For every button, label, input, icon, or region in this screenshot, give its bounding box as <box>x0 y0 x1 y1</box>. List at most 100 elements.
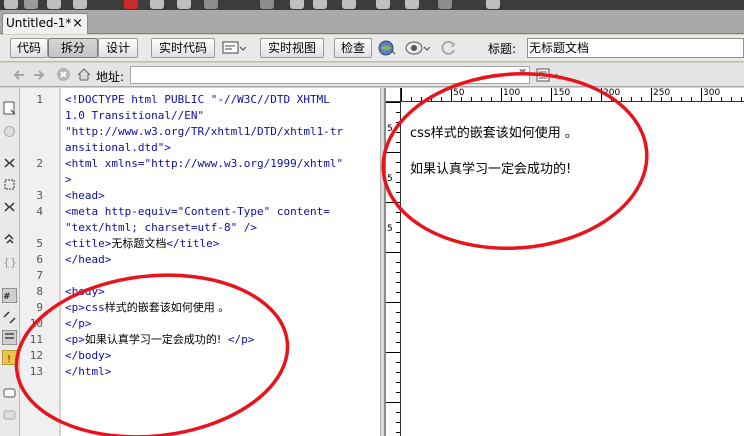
toolbar-icon[interactable] <box>290 0 304 9</box>
code-line[interactable]: <html xmlns="http://www.w3.org/1999/xhtm… <box>65 156 343 172</box>
code-line[interactable]: </head> <box>65 252 111 268</box>
code-line[interactable]: </body> <box>65 348 111 364</box>
split-view-button[interactable]: 拆分 <box>48 38 98 58</box>
code-line[interactable]: 1.0 Transitional//EN" <box>65 108 204 124</box>
ruler-label: 100 <box>503 88 521 98</box>
code-editor[interactable]: <!DOCTYPE html PUBLIC "-//W3C//DTD XHTML… <box>61 88 380 436</box>
code-line[interactable]: <p>css样式的嵌套该如何使用 。 <box>65 300 229 316</box>
toolbar-icon[interactable] <box>177 0 191 9</box>
toolbar-icon[interactable] <box>405 0 419 9</box>
code-view-button[interactable]: 代码 <box>10 38 48 58</box>
toolbar-icon[interactable] <box>47 0 61 9</box>
toolbar-icon[interactable] <box>342 0 356 9</box>
code-line[interactable]: ansitional.dtd"> <box>65 140 171 156</box>
ruler-tick <box>396 192 400 193</box>
ruler-tick <box>396 362 400 363</box>
ruler-tick <box>396 292 400 293</box>
word-wrap-icon[interactable] <box>2 330 17 345</box>
preview-in-browser-icon[interactable] <box>378 39 396 57</box>
line-number: 1 <box>36 93 43 106</box>
toolbar-icon[interactable] <box>313 0 327 9</box>
compatibility-check-icon[interactable] <box>222 39 246 57</box>
ruler-tick <box>396 222 400 223</box>
toolbar-icon[interactable] <box>204 0 218 9</box>
toolbar-icon[interactable] <box>150 0 164 9</box>
close-tab-icon[interactable]: × <box>72 14 83 33</box>
collapse-full-tag-icon[interactable] <box>2 156 17 171</box>
ruler-origin[interactable] <box>386 88 401 102</box>
ruler-tick <box>396 282 400 283</box>
ruler-tick <box>641 97 642 101</box>
code-line[interactable]: <p>如果认真学习一定会成功的! </p> <box>65 332 254 348</box>
back-icon[interactable] <box>12 68 26 82</box>
design-view-button[interactable]: 设计 <box>98 38 138 58</box>
visual-aids-icon[interactable] <box>404 39 430 57</box>
code-token: <p>css <box>65 301 105 314</box>
chevron-down-icon[interactable]: ▼ <box>519 68 526 78</box>
svg-text:#: # <box>3 292 11 302</box>
ruler-tick <box>621 97 622 101</box>
toolbar-icon[interactable] <box>376 0 390 9</box>
document-tab[interactable]: Untitled-1* × <box>2 13 88 34</box>
design-paragraph-2[interactable]: 如果认真学习一定会成功的! <box>410 158 571 177</box>
code-line[interactable]: > <box>65 172 72 188</box>
refresh-icon[interactable] <box>440 39 458 57</box>
code-line[interactable]: </html> <box>65 364 111 380</box>
ruler-tick <box>396 332 400 333</box>
design-paragraph-1[interactable]: css样式的嵌套该如何使用 。 <box>410 122 578 141</box>
show-code-navigator-icon[interactable] <box>2 124 17 139</box>
code-line[interactable]: <head> <box>65 188 105 204</box>
ruler-tick <box>396 142 400 143</box>
code-line[interactable]: <!DOCTYPE html PUBLIC "-//W3C//DTD XHTML <box>65 92 330 108</box>
collapse-selection-icon[interactable] <box>2 177 17 192</box>
inspect-button[interactable]: 检查 <box>334 38 372 58</box>
ruler-label: 200 <box>603 88 621 98</box>
svg-text:!: ! <box>7 354 11 365</box>
ruler-tick <box>396 112 400 113</box>
open-documents-icon[interactable] <box>2 100 17 115</box>
code-line[interactable]: </p> <box>65 316 92 332</box>
toolbar-icon[interactable] <box>438 0 452 9</box>
code-token: </p> <box>221 333 255 346</box>
toolbar-icon[interactable] <box>124 0 138 9</box>
select-parent-tag-icon[interactable] <box>2 232 17 247</box>
code-line[interactable]: "http://www.w3.org/TR/xhtml1/DTD/xhtml1-… <box>65 124 343 140</box>
title-input[interactable]: 无标题文档 <box>527 38 744 58</box>
highlight-invalid-code-icon[interactable] <box>2 310 17 325</box>
syntax-error-alerts-icon[interactable]: ! <box>2 350 17 365</box>
remove-comment-icon[interactable] <box>2 408 17 423</box>
stop-icon[interactable] <box>56 67 71 82</box>
apply-comment-icon[interactable] <box>2 386 17 401</box>
ruler-label: 50 <box>453 88 465 98</box>
address-input[interactable]: ▼ <box>130 66 530 84</box>
code-line[interactable]: <meta http-equiv="Content-Type" content= <box>65 204 330 220</box>
ruler-tick <box>701 88 702 101</box>
ruler-tick <box>491 97 492 101</box>
line-numbers-icon[interactable]: # <box>2 288 17 303</box>
toolbar-icon[interactable] <box>486 0 500 9</box>
toolbar-icon[interactable] <box>260 0 274 9</box>
live-code-button[interactable]: 实时代码 <box>151 38 215 58</box>
live-view-button[interactable]: 实时视图 <box>260 38 324 58</box>
balance-braces-icon[interactable]: {} <box>2 254 17 269</box>
svg-text:{}: {} <box>3 256 17 269</box>
ruler-tick <box>451 88 452 101</box>
ruler-tick <box>501 88 502 101</box>
home-icon[interactable] <box>76 67 92 82</box>
line-number: 5 <box>36 237 43 250</box>
toolbar-icon[interactable] <box>73 0 87 9</box>
design-view[interactable]: 50 100 150 200 250 300 5 5 5 css样式的嵌套该如何使用 。 如果… <box>386 88 744 436</box>
expand-all-icon[interactable] <box>2 200 17 215</box>
forward-icon[interactable] <box>32 68 46 82</box>
toolbar-icon[interactable] <box>4 0 18 9</box>
line-number: 7 <box>36 269 43 282</box>
code-token: <title> <box>65 237 112 250</box>
ruler-tick <box>396 262 400 263</box>
ruler-tick <box>541 97 542 101</box>
ruler-tick <box>631 97 632 101</box>
code-line[interactable]: "text/html; charset=utf-8" /> <box>65 220 257 236</box>
code-line[interactable]: <body> <box>65 284 105 300</box>
code-line[interactable]: <title>无标题文档</title> <box>65 236 219 252</box>
list-options-icon[interactable] <box>536 68 558 82</box>
toolbar-icon[interactable] <box>24 0 38 9</box>
